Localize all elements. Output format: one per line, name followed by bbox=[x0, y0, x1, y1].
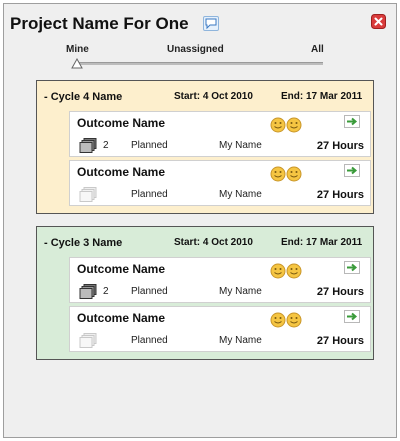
outcome-name[interactable]: Outcome Name bbox=[77, 311, 165, 325]
outcome-name[interactable]: Outcome Name bbox=[77, 116, 165, 130]
outcome-owner: My Name bbox=[219, 335, 262, 346]
outcome-status: Planned bbox=[131, 140, 168, 151]
slider-label-all[interactable]: All bbox=[311, 44, 324, 55]
outcome-card[interactable]: Outcome Name bbox=[69, 257, 371, 303]
project-title: Project Name For One bbox=[10, 14, 189, 33]
cycle-end-date: End: 17 Mar 2011 bbox=[281, 237, 363, 248]
cycle-panel: - Cycle 4 Name Start: 4 Oct 2010 End: 17… bbox=[36, 80, 374, 214]
cycle-name[interactable]: - Cycle 4 Name bbox=[44, 91, 122, 103]
smiley-icon bbox=[270, 263, 302, 279]
comment-icon[interactable] bbox=[203, 16, 219, 31]
outcome-owner: My Name bbox=[219, 286, 262, 297]
outcome-card[interactable]: Outcome Name bbox=[69, 306, 371, 352]
cycle-header[interactable]: - Cycle 4 Name Start: 4 Oct 2010 End: 17… bbox=[37, 81, 373, 111]
slider-label-unassigned[interactable]: Unassigned bbox=[167, 44, 224, 55]
filter-slider-track[interactable] bbox=[77, 62, 323, 65]
smiley-icon bbox=[270, 166, 302, 182]
documents-icon-empty[interactable] bbox=[79, 333, 97, 348]
documents-icon[interactable] bbox=[79, 138, 97, 153]
close-icon[interactable] bbox=[371, 14, 386, 29]
cycle-panel: - Cycle 3 Name Start: 4 Oct 2010 End: 17… bbox=[36, 226, 374, 360]
arrow-right-icon[interactable] bbox=[344, 261, 360, 274]
outcome-name[interactable]: Outcome Name bbox=[77, 165, 165, 179]
smiley-icon bbox=[270, 117, 302, 133]
outcome-status: Planned bbox=[131, 286, 168, 297]
slider-label-mine[interactable]: Mine bbox=[66, 44, 89, 55]
cycle-start-date: Start: 4 Oct 2010 bbox=[174, 91, 253, 102]
outcome-card[interactable]: Outcome Name bbox=[69, 111, 371, 157]
arrow-right-icon[interactable] bbox=[344, 164, 360, 177]
outcome-name[interactable]: Outcome Name bbox=[77, 262, 165, 276]
outcome-status: Planned bbox=[131, 335, 168, 346]
cycle-end-date: End: 17 Mar 2011 bbox=[281, 91, 363, 102]
outcome-owner: My Name bbox=[219, 189, 262, 200]
project-panel: Project Name For One Mine Unassigned All… bbox=[3, 3, 397, 438]
document-count: 2 bbox=[103, 286, 109, 297]
outcome-status: Planned bbox=[131, 189, 168, 200]
documents-icon[interactable] bbox=[79, 284, 97, 299]
outcome-hours: 27 Hours bbox=[316, 335, 364, 347]
arrow-right-icon[interactable] bbox=[344, 310, 360, 323]
cycle-start-date: Start: 4 Oct 2010 bbox=[174, 237, 253, 248]
outcome-hours: 27 Hours bbox=[316, 189, 364, 201]
document-count: 2 bbox=[103, 140, 109, 151]
smiley-icon bbox=[270, 312, 302, 328]
filter-slider-thumb[interactable] bbox=[71, 56, 83, 69]
outcome-owner: My Name bbox=[219, 140, 262, 151]
cycle-name[interactable]: - Cycle 3 Name bbox=[44, 237, 122, 249]
arrow-right-icon[interactable] bbox=[344, 115, 360, 128]
outcome-hours: 27 Hours bbox=[316, 140, 364, 152]
outcome-hours: 27 Hours bbox=[316, 286, 364, 298]
cycle-header[interactable]: - Cycle 3 Name Start: 4 Oct 2010 End: 17… bbox=[37, 227, 373, 257]
documents-icon-empty[interactable] bbox=[79, 187, 97, 202]
outcome-card[interactable]: Outcome Name bbox=[69, 160, 371, 206]
